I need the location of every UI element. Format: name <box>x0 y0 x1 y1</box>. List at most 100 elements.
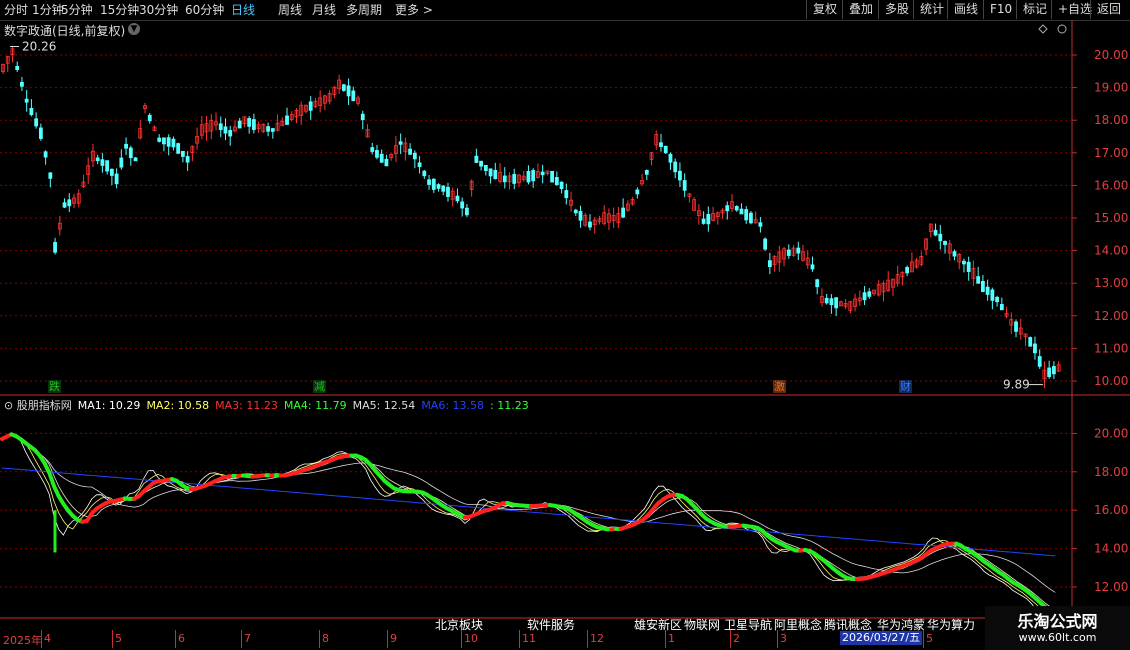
candle-body <box>384 158 389 167</box>
timeline-month: 8 <box>322 632 329 645</box>
period-tab-5分钟[interactable]: 5分钟 <box>61 2 93 18</box>
candle-body <box>341 84 346 91</box>
timeline-tick <box>175 630 176 648</box>
candle-body <box>237 120 242 129</box>
timeline-tick <box>665 630 666 648</box>
watermark-name: 乐淘公式网 <box>1017 612 1098 631</box>
current-date-box: 2026/03/27/五 <box>840 631 923 645</box>
candle-body <box>455 195 460 202</box>
period-tab-月线[interactable]: 月线 <box>312 2 336 18</box>
timeline-tick <box>41 630 42 648</box>
candle-body <box>938 233 943 242</box>
timeline-month: 10 <box>464 632 478 645</box>
candle-body <box>1033 343 1037 354</box>
candle-body <box>105 160 110 172</box>
sector-tag[interactable]: 北京板块 <box>435 616 483 633</box>
candle-body <box>933 229 938 236</box>
toolbar-button-画线[interactable]: 画线 <box>947 0 984 19</box>
candle-body <box>53 242 57 253</box>
candle-body <box>810 264 815 270</box>
candle-body <box>176 143 181 154</box>
timeline-year: 2025年 <box>3 634 42 647</box>
candle-body <box>905 267 910 274</box>
candle-body <box>488 168 493 177</box>
candle-body <box>512 173 517 184</box>
toolbar-button-复权[interactable]: 复权 <box>806 0 843 19</box>
timeline-tick <box>241 630 242 648</box>
circle-marker-icon[interactable] <box>1057 24 1067 34</box>
candle-body <box>1047 367 1052 378</box>
toolbar-button-叠加[interactable]: 叠加 <box>842 0 879 19</box>
event-marker[interactable]: 跌 <box>48 380 61 393</box>
candle-body <box>1051 366 1056 375</box>
candle-body <box>867 291 872 297</box>
candle-body <box>493 169 498 180</box>
period-tab-更多[interactable]: 更多 > <box>395 2 433 18</box>
candle-body <box>29 107 34 116</box>
candle-body <box>786 249 791 256</box>
candle-body <box>767 260 772 268</box>
indicator-value-5: MA6: 13.58 <box>421 399 485 412</box>
period-tab-1分钟[interactable]: 1分钟 <box>32 2 64 18</box>
indicator-value-1: MA2: 10.58 <box>146 399 210 412</box>
toolbar-button-标记[interactable]: 标记 <box>1016 0 1053 19</box>
timeline-tick <box>112 630 113 648</box>
candle-body <box>980 280 985 292</box>
indicator-tick-label: 20.00 <box>1094 426 1128 440</box>
toolbar-button-统计[interactable]: 统计 <box>913 0 950 19</box>
timeline-month: 7 <box>244 632 251 645</box>
period-tab-分时[interactable]: 分时 <box>4 2 28 18</box>
price-tick-label: 20.00 <box>1094 48 1128 62</box>
candle-body <box>398 141 403 145</box>
event-marker[interactable]: 财 <box>899 380 912 393</box>
candle-body <box>706 213 711 225</box>
candle-body <box>758 222 763 227</box>
candle-body <box>659 142 663 147</box>
candle-body <box>185 156 190 163</box>
candle-body <box>422 170 427 177</box>
candle-body <box>133 157 138 162</box>
sector-tag[interactable]: 卫星导航 <box>724 616 772 633</box>
toolbar-button-F10[interactable]: F10 <box>983 0 1018 19</box>
timeline-month: 6 <box>178 632 185 645</box>
sector-tag[interactable]: 软件服务 <box>527 616 575 633</box>
price-tick-label: 16.00 <box>1094 178 1128 192</box>
period-tab-周线[interactable]: 周线 <box>278 2 302 18</box>
timeline-month: 4 <box>44 632 51 645</box>
timeline-month: 1 <box>668 632 675 645</box>
candle-body <box>796 247 801 254</box>
candle-body <box>701 218 706 224</box>
indicator-name[interactable]: ⊙ 股朋指标网 <box>4 399 72 412</box>
candle-body <box>985 286 990 295</box>
period-tab-15分钟[interactable]: 15分钟 <box>100 2 139 18</box>
candle-body <box>862 292 867 301</box>
candle-body <box>550 170 555 183</box>
period-tab-60分钟[interactable]: 60分钟 <box>185 2 224 18</box>
toolbar-button-多股[interactable]: 多股 <box>878 0 915 19</box>
period-tab-日线[interactable]: 日线 <box>231 2 255 18</box>
event-marker[interactable]: 激 <box>773 380 786 393</box>
candle-body <box>95 157 100 162</box>
diamond-icon[interactable] <box>1038 24 1048 34</box>
candle-body <box>270 128 275 132</box>
sector-tag[interactable]: 物联网 <box>684 616 720 633</box>
event-marker[interactable]: 减 <box>313 380 326 393</box>
candlesticks <box>1 45 1061 389</box>
toolbar-button-返回[interactable]: 返回 <box>1090 0 1127 19</box>
timeline-tick <box>519 630 520 648</box>
period-tab-多周期[interactable]: 多周期 <box>346 2 382 18</box>
candle-body <box>559 181 564 190</box>
chart-area[interactable]: 20.00 19.00 18.00 17.00 16.00 15.00 14.00 13.00… <box>0 20 1130 630</box>
timeline-month: 5 <box>926 632 933 645</box>
price-tick-label: 10.00 <box>1094 374 1128 388</box>
candle-body <box>157 137 162 142</box>
candle-body <box>673 161 678 173</box>
sector-tag[interactable]: 雄安新区 <box>634 616 682 633</box>
price-tick-label: 17.00 <box>1094 146 1128 160</box>
candle-body <box>360 113 365 121</box>
sector-tag[interactable]: 华为算力 <box>927 616 975 633</box>
timeline-tick <box>387 630 388 648</box>
sector-tag[interactable]: 阿里概念 <box>774 616 822 633</box>
period-tab-30分钟[interactable]: 30分钟 <box>139 2 178 18</box>
indicator-tick-label: 14.00 <box>1094 542 1128 556</box>
